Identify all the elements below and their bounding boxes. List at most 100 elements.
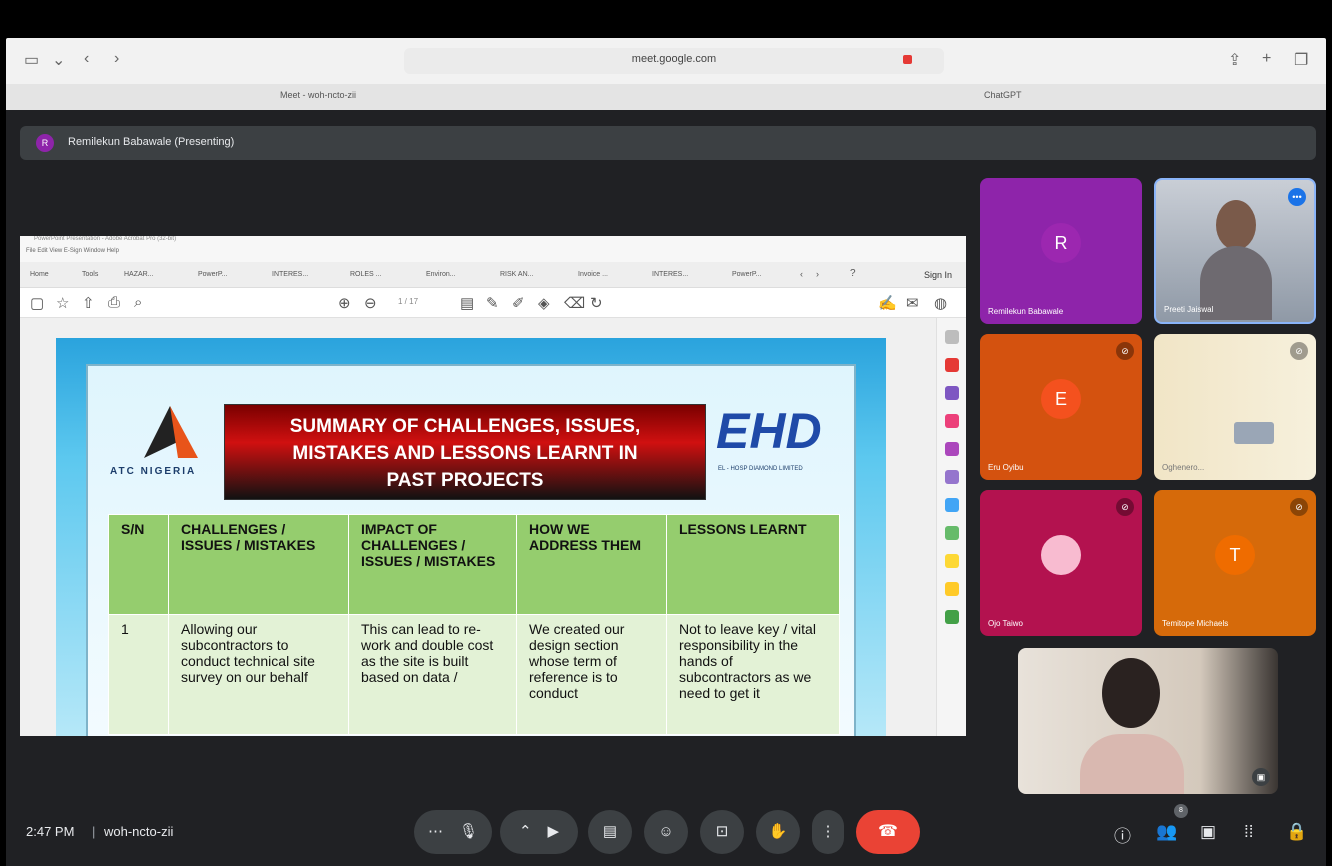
table-header-row: S/N CHALLENGES / ISSUES / MISTAKES IMPAC… bbox=[108, 514, 840, 615]
back-icon[interactable]: ‹ bbox=[84, 50, 89, 68]
participant-name: Eru Oyibu bbox=[988, 463, 1024, 472]
star-icon[interactable]: ☆ bbox=[56, 294, 69, 312]
sign-in-link[interactable]: Sign In bbox=[924, 270, 952, 280]
viewer-tab[interactable]: ROLES ... bbox=[350, 271, 382, 278]
participant-tile[interactable]: E ⊘ Eru Oyibu bbox=[980, 334, 1142, 480]
separator: | bbox=[92, 824, 96, 839]
avatar: T bbox=[1215, 535, 1255, 575]
mail-icon[interactable]: ✉ bbox=[906, 294, 919, 312]
viewer-tab[interactable]: RISK AN... bbox=[500, 271, 533, 278]
host-controls-icon[interactable]: 🔒 bbox=[1286, 822, 1307, 842]
end-call-button[interactable]: ☎ bbox=[856, 810, 920, 854]
stamp-icon[interactable]: ◈ bbox=[538, 294, 550, 312]
comment-tool-icon[interactable] bbox=[945, 554, 959, 568]
avatar: R bbox=[1041, 223, 1081, 263]
combine-icon[interactable] bbox=[945, 442, 959, 456]
people-icon[interactable]: 👥 bbox=[1156, 822, 1177, 842]
participant-video bbox=[1234, 422, 1274, 444]
arrow-down-icon[interactable]: ⊖ bbox=[364, 294, 377, 312]
print-icon[interactable]: ⎙ bbox=[108, 294, 120, 311]
rotate-icon[interactable]: ↻ bbox=[590, 294, 603, 312]
viewer-tab[interactable]: INTERES... bbox=[652, 271, 688, 278]
chat-icon[interactable]: ▣ bbox=[1200, 822, 1216, 842]
viewer-tab[interactable]: INTERES... bbox=[272, 271, 308, 278]
compress-icon[interactable] bbox=[945, 526, 959, 540]
table-header: S/N bbox=[108, 514, 169, 615]
help-icon[interactable]: ? bbox=[850, 268, 856, 279]
present-button[interactable]: ⊡ bbox=[700, 810, 744, 854]
camera-icon: ▶ bbox=[547, 823, 560, 840]
slide-content: ATC NIGERIA SUMMARY OF CHALLENGES, ISSUE… bbox=[86, 364, 856, 736]
viewer-tab[interactable]: PowerP... bbox=[198, 271, 227, 278]
export-pdf-icon[interactable] bbox=[945, 358, 959, 372]
new-tab-icon[interactable]: + bbox=[1262, 50, 1271, 68]
captions-button[interactable]: ▤ bbox=[588, 810, 632, 854]
raise-hand-button[interactable]: ✋ bbox=[756, 810, 800, 854]
camera-button[interactable]: ⌃ ▶ bbox=[500, 810, 578, 854]
sidebar-icon[interactable]: ▭ bbox=[24, 50, 39, 70]
participant-tile[interactable]: ⊘ Oghenero... bbox=[1154, 334, 1316, 480]
emoji-button[interactable]: ☺ bbox=[644, 810, 688, 854]
forward-icon[interactable]: › bbox=[114, 50, 119, 68]
activities-icon[interactable]: ⁞⁞ bbox=[1244, 822, 1253, 842]
search-icon[interactable]: ⌕ bbox=[134, 294, 142, 311]
pen-icon[interactable]: ✎ bbox=[486, 294, 499, 312]
participant-video bbox=[1216, 200, 1256, 250]
atc-logo-text: ATC NIGERIA bbox=[110, 466, 197, 477]
chevron-right-icon[interactable]: › bbox=[816, 269, 819, 279]
mic-off-icon: ⊘ bbox=[1116, 342, 1134, 360]
mic-icon: 🎙 bbox=[458, 823, 479, 840]
cloud-upload-icon[interactable]: ⇧ bbox=[82, 294, 95, 312]
zoom-in-icon[interactable] bbox=[945, 330, 959, 344]
viewer-tab[interactable]: PowerP... bbox=[732, 271, 761, 278]
info-icon[interactable]: ⓘ bbox=[1114, 822, 1131, 847]
self-view-tile[interactable]: ▣ bbox=[1018, 648, 1278, 794]
tab-meet[interactable]: Meet - woh-ncto-zii bbox=[280, 90, 356, 100]
browser-nav-row: ▭ ⌄ ‹ › meet.google.com ⇪ + ❐ bbox=[6, 38, 1326, 84]
account-icon[interactable]: ◍ bbox=[934, 294, 947, 312]
participant-tile[interactable]: R Remilekun Babawale bbox=[980, 178, 1142, 324]
trash-icon[interactable]: ⌫ bbox=[564, 294, 585, 312]
organize-icon[interactable] bbox=[945, 414, 959, 428]
participant-tile[interactable]: T ⊘ Temitope Michaels bbox=[1154, 490, 1316, 636]
share-icon[interactable]: ⇪ bbox=[1228, 50, 1241, 70]
viewer-tab[interactable]: HAZAR... bbox=[124, 271, 154, 278]
address-bar[interactable]: meet.google.com bbox=[404, 48, 944, 74]
scan-icon[interactable] bbox=[945, 498, 959, 512]
more-options-button[interactable]: ⋮ bbox=[812, 810, 844, 854]
ehd-logo-icon: EHD bbox=[716, 404, 822, 454]
viewer-tab[interactable]: Invoice ... bbox=[578, 271, 608, 278]
mic-off-icon: ⊘ bbox=[1290, 342, 1308, 360]
request-sign-icon[interactable] bbox=[945, 470, 959, 484]
protect-icon[interactable] bbox=[945, 610, 959, 624]
highlight-icon[interactable]: ✐ bbox=[512, 294, 525, 312]
file-icon[interactable]: ▢ bbox=[30, 294, 44, 312]
pip-icon[interactable]: ▣ bbox=[1252, 768, 1270, 786]
viewer-tab[interactable]: Environ... bbox=[426, 271, 456, 278]
comment-icon[interactable]: ▤ bbox=[460, 294, 474, 312]
viewer-tab[interactable]: Home bbox=[30, 271, 49, 278]
participant-tile[interactable]: ⊘ Ojo Taiwo bbox=[980, 490, 1142, 636]
viewer-right-rail bbox=[936, 318, 966, 736]
page-indicator[interactable]: 1 / 17 bbox=[398, 297, 418, 306]
chevron-down-icon[interactable]: ⌄ bbox=[52, 50, 65, 70]
shared-screen: PowerPoint Presentation - Adobe Acrobat … bbox=[20, 236, 966, 736]
arrow-up-icon[interactable]: ⊕ bbox=[338, 294, 351, 312]
more-icon: ⋮ bbox=[820, 823, 836, 840]
sign-icon[interactable]: ✍ bbox=[878, 294, 897, 312]
chevron-left-icon[interactable]: ‹ bbox=[800, 269, 803, 279]
mic-button[interactable]: ⋯ 🎙 bbox=[414, 810, 492, 854]
slide-title-box: SUMMARY OF CHALLENGES, ISSUES, MISTAKES … bbox=[224, 404, 706, 500]
edit-pdf-icon[interactable] bbox=[945, 386, 959, 400]
participant-tile[interactable]: ••• Preeti Jaiswal bbox=[1154, 178, 1316, 324]
tab-chatgpt[interactable]: ChatGPT bbox=[984, 90, 1022, 100]
avatar: E bbox=[1041, 379, 1081, 419]
presenter-label: Remilekun Babawale (Presenting) bbox=[68, 136, 235, 148]
meeting-time: 2:47 PM bbox=[26, 824, 75, 839]
note-icon[interactable] bbox=[945, 582, 959, 596]
table-header: HOW WE ADDRESS THEM bbox=[516, 514, 667, 615]
tabs-icon[interactable]: ❐ bbox=[1294, 50, 1308, 70]
table-row: 1 Allowing our subcontractors to conduct… bbox=[108, 614, 840, 735]
viewer-tab[interactable]: Tools bbox=[82, 271, 98, 278]
table-cell: 1 bbox=[108, 614, 169, 735]
